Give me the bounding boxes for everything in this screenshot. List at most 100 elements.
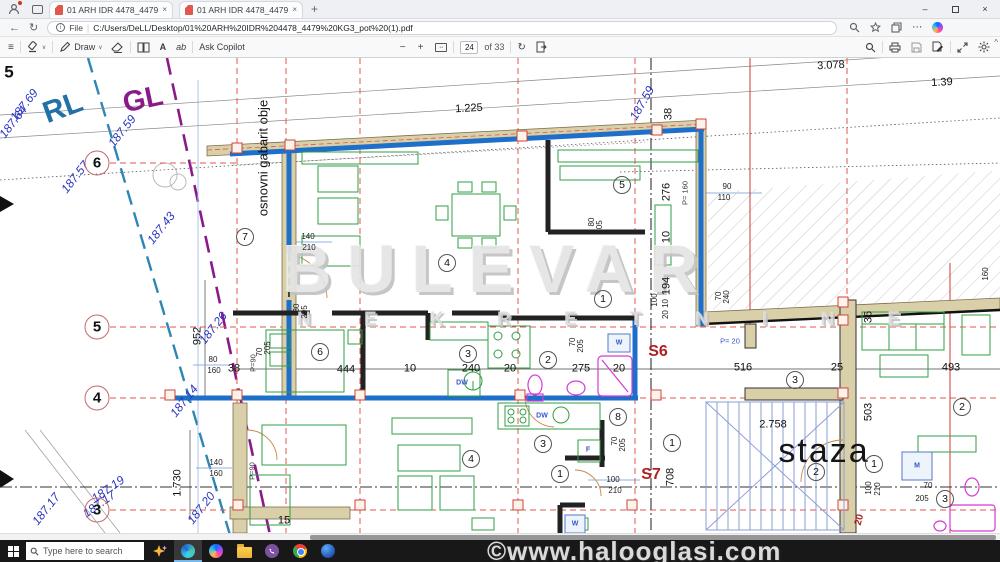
plan-label: P=90: [248, 462, 256, 480]
fullscreen-icon: [957, 42, 968, 53]
maximize-button[interactable]: [940, 0, 970, 18]
divider: [130, 41, 131, 53]
plan-label: RL: [39, 87, 87, 129]
browser-tab-1[interactable]: 01 ARH IDR 4478_4479 KG3_pot ×: [49, 1, 173, 18]
file-info-icon[interactable]: i: [56, 23, 65, 32]
plan-label: staza: [778, 434, 869, 468]
profile-icon[interactable]: [6, 1, 22, 17]
erase-button[interactable]: [111, 42, 124, 53]
taskbar-edge-button[interactable]: [174, 540, 202, 562]
ask-copilot-button[interactable]: Ask Copilot: [199, 42, 245, 52]
favorites-star-icon[interactable]: [870, 22, 881, 33]
page-view-button[interactable]: [137, 42, 150, 53]
start-button[interactable]: [0, 540, 26, 562]
plan-label: 516: [734, 363, 752, 374]
read-aloud-button[interactable]: A: [160, 42, 167, 52]
search-document-button[interactable]: [865, 42, 876, 53]
zoom-in-button[interactable]: +: [418, 42, 424, 53]
taskbar-copilot-button[interactable]: [202, 540, 230, 562]
more-menu-icon[interactable]: ⋯: [912, 22, 922, 33]
room-number-bubble: 7: [236, 228, 254, 246]
read-aloud-icon: A: [160, 42, 167, 52]
taskbar-explorer-button[interactable]: [230, 540, 258, 562]
plan-label: 160: [209, 470, 222, 478]
plan-label: 275: [572, 364, 590, 375]
save-icon: [911, 42, 922, 53]
plan-label: 5: [4, 64, 13, 81]
plan-label: 187.59: [628, 84, 657, 122]
plan-label: 194: [662, 277, 673, 295]
back-icon[interactable]: ←: [9, 22, 20, 34]
print-button[interactable]: [889, 42, 901, 53]
plan-label: 36: [864, 311, 875, 323]
page-total-label: of 33: [484, 42, 504, 52]
pdf-content[interactable]: BULEVAR N E K R E T N I N E 5RLGL187.691…: [0, 58, 1000, 540]
collapse-toolbar-icon[interactable]: ^: [994, 38, 998, 47]
plan-label: 503: [864, 403, 875, 421]
plan-label: 240: [462, 364, 480, 375]
axis-bubble: 5: [85, 315, 110, 340]
plan-label: 444: [337, 365, 355, 376]
copilot-icon[interactable]: [932, 22, 943, 33]
room-number-bubble: 4: [462, 450, 480, 468]
taskbar-blue-app-button[interactable]: [314, 540, 342, 562]
refresh-icon[interactable]: ↻: [29, 21, 38, 34]
tab-actions-icon[interactable]: [32, 5, 43, 14]
rotate-button[interactable]: ↻: [517, 42, 525, 53]
pdf-favicon: [185, 5, 193, 15]
save-button[interactable]: [911, 42, 922, 53]
windows-logo-icon: [8, 546, 19, 557]
taskbar-chrome-button[interactable]: [286, 540, 314, 562]
tab-close-icon[interactable]: ×: [162, 5, 167, 14]
taskbar-search-input[interactable]: Type here to search: [26, 542, 144, 560]
tab-title: 01 ARH IDR 4478_4479 KG3_pot: [67, 5, 158, 15]
screen: 01 ARH IDR 4478_4479 KG3_pot × 01 ARH ID…: [0, 0, 1000, 562]
taskbar-viber-button[interactable]: [258, 540, 286, 562]
axis-bubble: 4: [85, 386, 110, 411]
two-page-icon: [137, 42, 150, 53]
find-text-icon: ab: [176, 42, 186, 52]
photo-credit-watermark: ©www.halooglasi.com: [487, 536, 997, 562]
collections-icon[interactable]: [891, 22, 902, 33]
print-icon: [889, 42, 901, 53]
fit-page-icon: ↔: [435, 43, 447, 52]
divider: [192, 41, 193, 53]
address-bar: ← ↻ i File | C:/Users/DeLL/Desktop/01%20…: [0, 19, 1000, 37]
zoom-icon[interactable]: [849, 22, 860, 33]
plan-label: 205: [915, 495, 928, 503]
plan-label: 90: [723, 183, 732, 191]
toc-button[interactable]: ≡: [8, 42, 14, 53]
settings-button[interactable]: [978, 41, 990, 53]
room-number-bubble: 2: [953, 398, 971, 416]
new-tab-button[interactable]: +: [311, 2, 318, 16]
url-field[interactable]: i File | C:/Users/DeLL/Desktop/01%20ARH%…: [47, 21, 837, 35]
save-as-button[interactable]: [932, 41, 944, 53]
minimize-button[interactable]: –: [910, 0, 940, 18]
plan-label: 187.17: [30, 491, 62, 527]
browser-tab-2[interactable]: 01 ARH IDR 4478_4479 KG3_pot ×: [179, 1, 303, 18]
find-text-button[interactable]: ab: [176, 42, 186, 52]
plan-label: P=90: [249, 354, 257, 372]
room-number-bubble: 1: [663, 434, 681, 452]
room-number-bubble: 3: [786, 371, 804, 389]
plan-label: M: [914, 463, 920, 470]
page-number-input[interactable]: [460, 41, 478, 54]
plan-label: DW: [456, 380, 468, 387]
gear-icon: [978, 41, 990, 53]
page-jump-button[interactable]: [536, 41, 547, 53]
highlight-button[interactable]: ∨: [27, 41, 46, 53]
close-button[interactable]: ×: [970, 0, 1000, 18]
zoom-out-button[interactable]: −: [400, 42, 406, 53]
plan-label: 70: [924, 482, 933, 490]
plan-label: W: [572, 521, 579, 528]
fit-page-button[interactable]: ↔: [435, 43, 447, 52]
fullscreen-button[interactable]: [957, 42, 968, 53]
plan-label: 160: [982, 267, 990, 280]
scheme-label: File: [69, 23, 83, 33]
draw-button[interactable]: Draw ∨: [59, 41, 102, 53]
file-explorer-icon: [237, 547, 252, 558]
search-highlights-icon[interactable]: [146, 540, 174, 562]
tab-close-icon[interactable]: ×: [292, 5, 297, 14]
plan-label: 187.14: [168, 383, 200, 419]
save-as-icon: [932, 41, 944, 53]
